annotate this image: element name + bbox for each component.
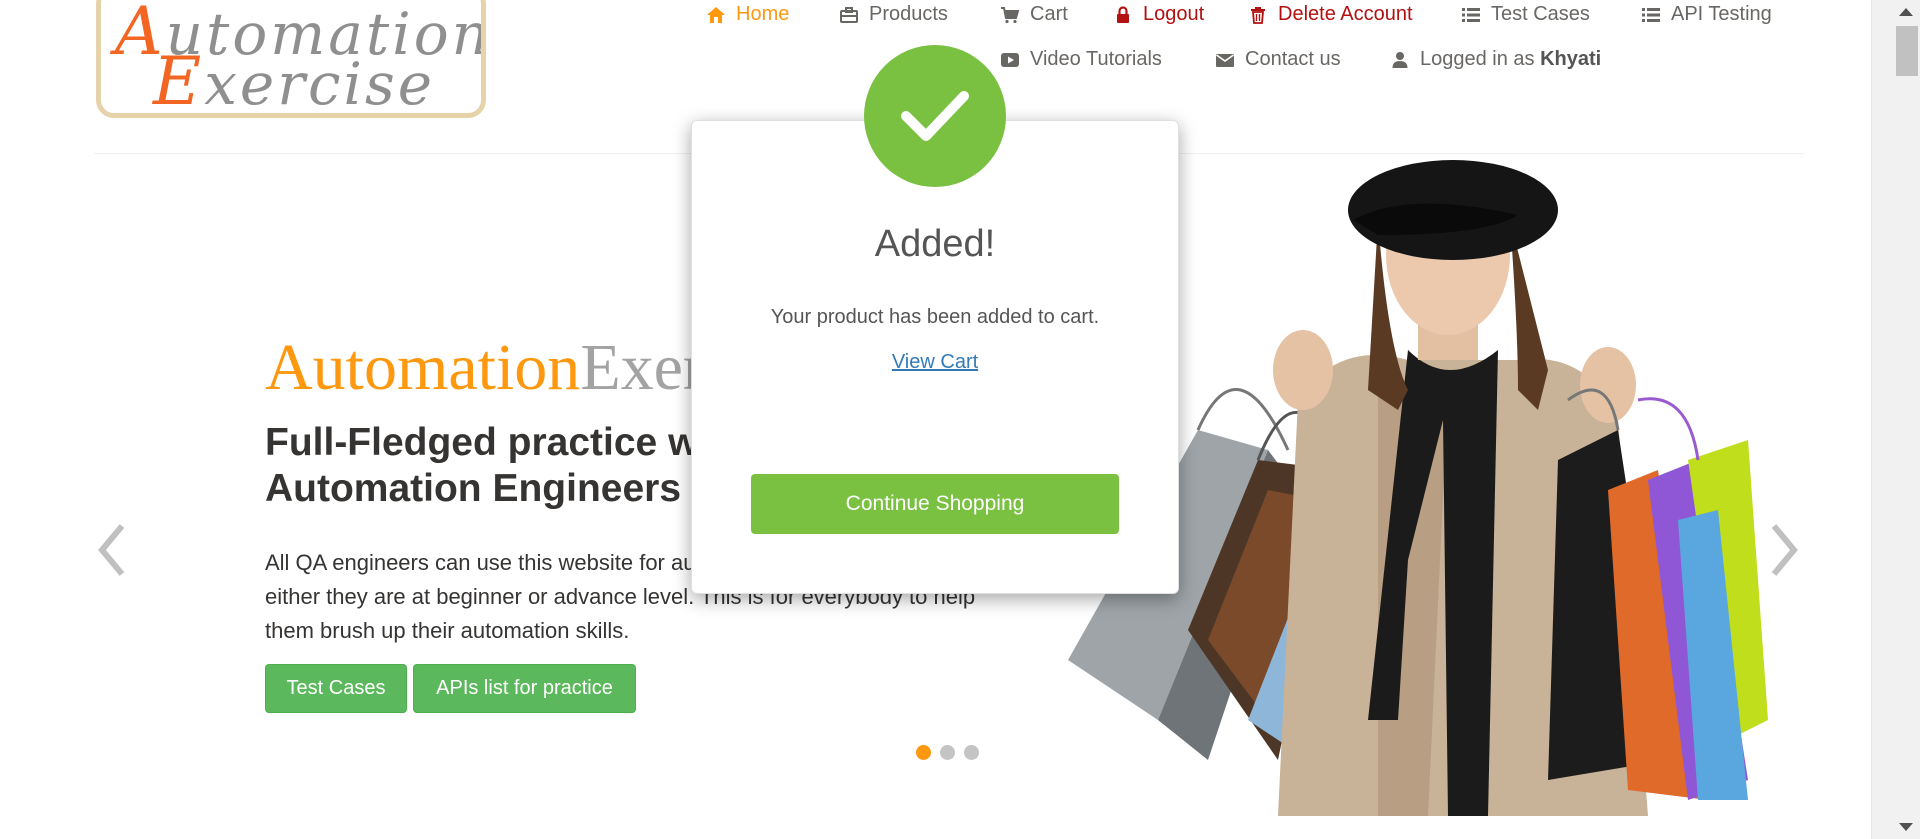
envelope-icon — [1216, 53, 1234, 67]
nav-cart[interactable]: Cart — [1000, 3, 1068, 26]
added-to-cart-modal: Added! Your product has been added to ca… — [691, 120, 1179, 594]
nav-video-tutorials[interactable]: Video Tutorials — [1000, 48, 1162, 71]
test-cases-button[interactable]: Test Cases — [265, 664, 407, 713]
slider-dot-2[interactable] — [940, 745, 955, 760]
modal-title: Added! — [874, 223, 996, 265]
slider-indicators — [916, 745, 979, 760]
nav-logout[interactable]: Logout — [1113, 3, 1204, 26]
briefcase-icon — [840, 6, 858, 23]
apis-list-button[interactable]: APIs list for practice — [413, 664, 636, 713]
youtube-play-icon — [1001, 52, 1019, 67]
nav-logged-in[interactable]: Logged in as Khyati — [1390, 48, 1601, 71]
nav-contact-us[interactable]: Contact us — [1215, 48, 1341, 71]
continue-shopping-button[interactable]: Continue Shopping — [751, 474, 1119, 534]
site-logo[interactable]: Automation Exercise — [96, 0, 486, 118]
nav-api-testing[interactable]: API Testing — [1641, 3, 1772, 26]
user-icon — [1392, 51, 1408, 68]
slider-dot-3[interactable] — [964, 745, 979, 760]
home-icon — [707, 6, 725, 23]
page-scrollbar[interactable] — [1871, 0, 1920, 839]
slider-prev-arrow[interactable] — [92, 520, 132, 580]
check-icon — [901, 91, 969, 141]
chevron-left-icon — [98, 524, 125, 576]
scroll-thumb[interactable] — [1896, 26, 1918, 76]
scroll-down-arrow-icon[interactable] — [1899, 823, 1913, 831]
nav-test-cases[interactable]: Test Cases — [1461, 3, 1590, 26]
nav-delete-account[interactable]: Delete Account — [1248, 3, 1413, 26]
scroll-up-arrow-icon[interactable] — [1899, 8, 1913, 16]
view-cart-link[interactable]: View Cart — [892, 351, 978, 373]
modal-message: Your product has been added to cart. — [770, 306, 1100, 328]
nav-home[interactable]: Home — [706, 3, 789, 26]
nav-products[interactable]: Products — [839, 3, 948, 26]
list-icon — [1462, 7, 1480, 22]
trash-icon — [1251, 6, 1265, 24]
lock-icon — [1117, 5, 1129, 23]
list-icon — [1642, 7, 1660, 22]
slider-dot-1[interactable] — [916, 745, 931, 760]
success-badge — [864, 45, 1006, 187]
cart-icon — [1001, 6, 1020, 23]
